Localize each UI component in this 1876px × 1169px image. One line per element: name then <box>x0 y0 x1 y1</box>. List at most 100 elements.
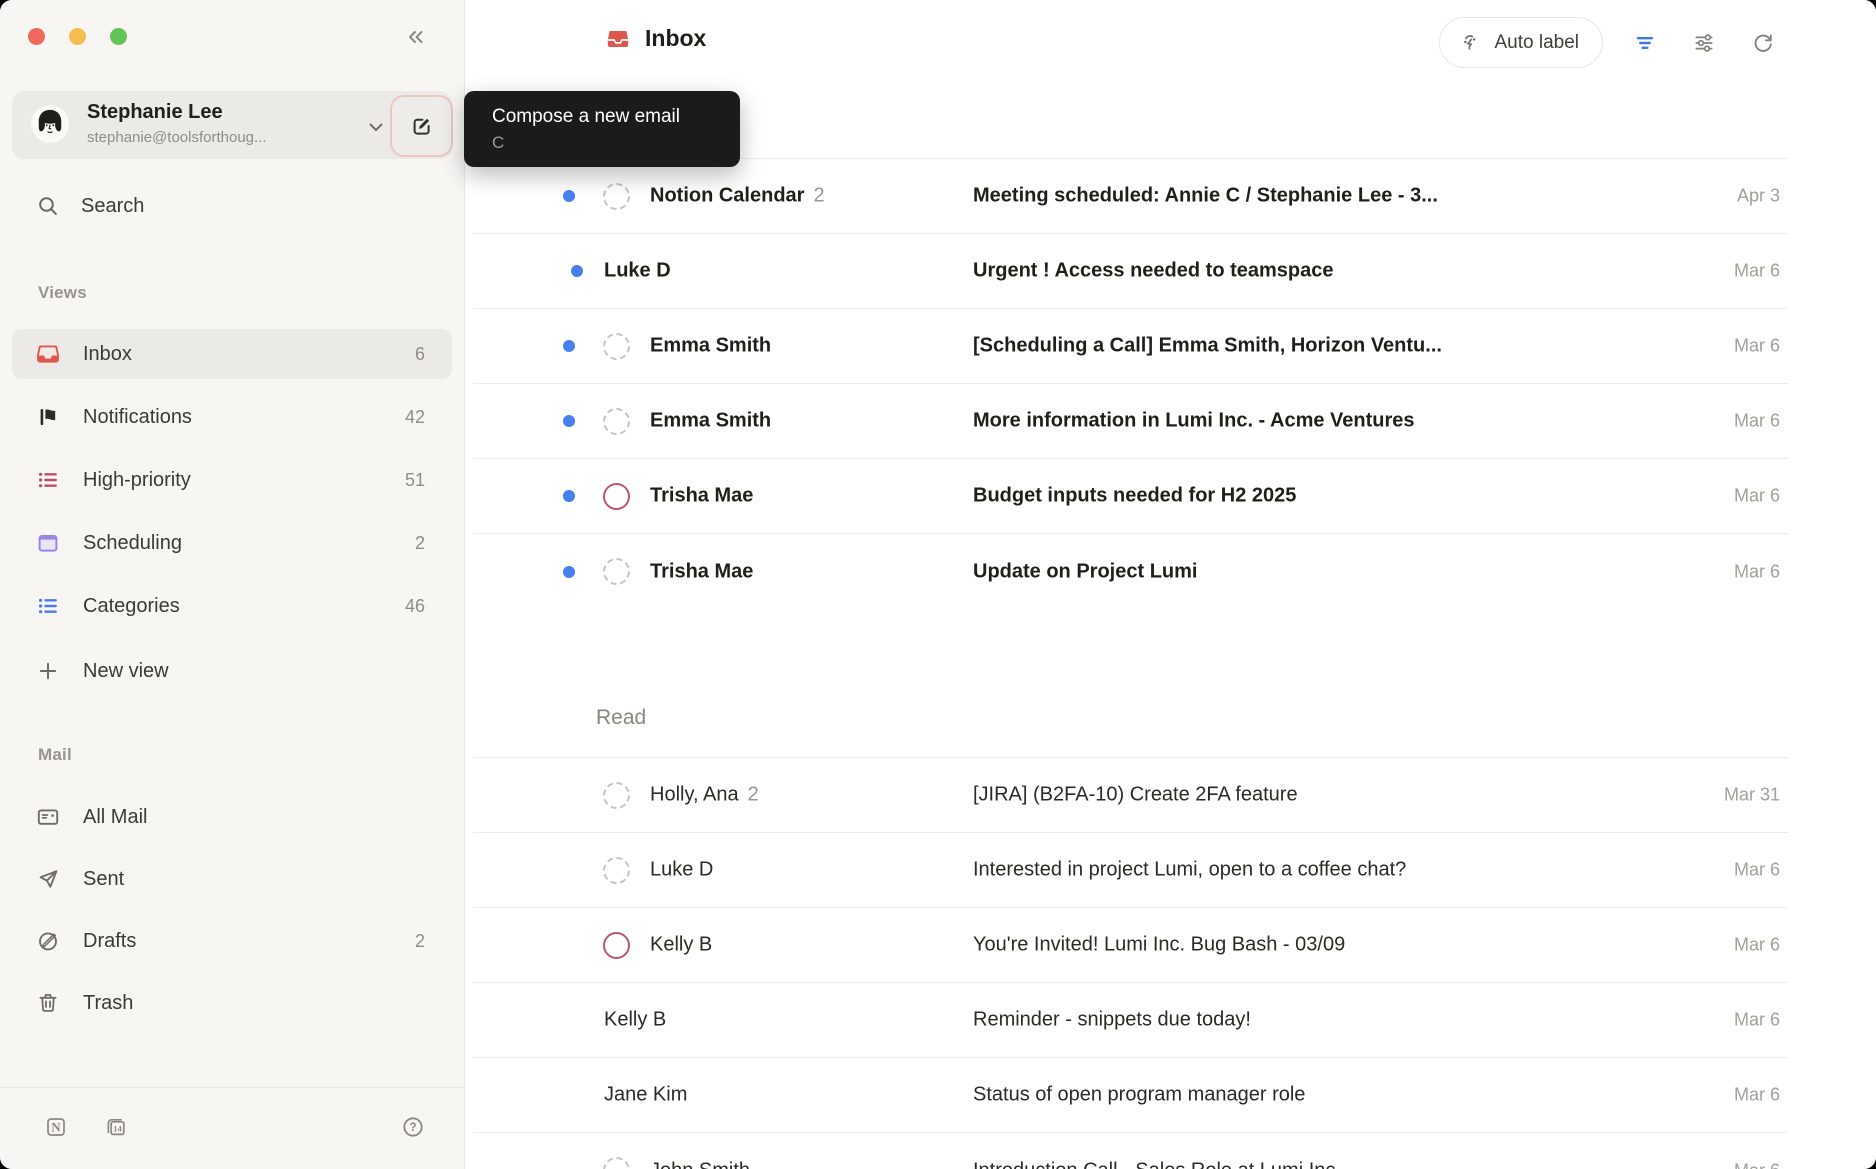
avatar-placeholder-icon <box>603 183 630 210</box>
item-label: Sent <box>83 868 124 891</box>
label-ring-icon <box>603 483 630 510</box>
sender-wrap: Emma Smith <box>650 335 771 358</box>
compose-button[interactable] <box>390 95 453 157</box>
sender-name: Holly, Ana <box>650 784 739 807</box>
svg-text:N: N <box>51 1120 61 1135</box>
unread-dot-icon <box>563 566 575 578</box>
profile-name: Stephanie Lee <box>87 101 223 124</box>
avatar-placeholder-icon <box>603 1157 630 1169</box>
email-row[interactable]: Emma SmithMore information in Lumi Inc. … <box>473 384 1788 459</box>
sent-icon <box>36 867 60 891</box>
read-section-header: Read <box>596 706 1788 730</box>
new-view-wrap: New view <box>12 646 452 696</box>
label-ring-icon <box>603 932 630 959</box>
account-switcher[interactable]: Stephanie Lee stephanie@toolsforthoug... <box>12 91 452 159</box>
drafts-icon <box>36 929 60 953</box>
item-label: Categories <box>83 595 180 618</box>
email-subject: Update on Project Lumi <box>973 560 1668 583</box>
email-subject: Meeting scheduled: Annie C / Stephanie L… <box>973 185 1668 208</box>
email-subject: You're Invited! Lumi Inc. Bug Bash - 03/… <box>973 934 1668 957</box>
sender-name: Luke D <box>650 859 713 882</box>
zoom-window-button[interactable] <box>110 28 127 45</box>
email-date: Mar 31 <box>1724 785 1780 806</box>
email-row[interactable]: Trisha MaeUpdate on Project LumiMar 6 <box>473 534 1788 609</box>
item-label: High-priority <box>83 469 191 492</box>
sidebar-item-all-mail[interactable]: All Mail <box>12 792 452 842</box>
sender-wrap: Jane Kim <box>604 1084 687 1107</box>
sidebar-item-notifications[interactable]: Notifications42 <box>12 392 452 442</box>
email-row[interactable]: Luke D Interested in project Lumi, open t… <box>473 833 1788 908</box>
sender-wrap: Kelly B <box>650 934 712 957</box>
email-row[interactable]: Emma Smith [Scheduling a Call] Emma Smith… <box>473 309 1788 384</box>
email-date: Apr 3 <box>1737 186 1780 207</box>
email-date: Mar 6 <box>1734 1085 1780 1106</box>
sender-wrap: Luke D <box>650 859 713 882</box>
avatar-placeholder-icon <box>603 782 630 809</box>
email-subject: Interested in project Lumi, open to a co… <box>973 859 1668 882</box>
email-date: Mar 6 <box>1734 860 1780 881</box>
views-section-header: Views <box>38 283 87 303</box>
email-row[interactable]: Trisha MaeBudget inputs needed for H2 20… <box>473 459 1788 534</box>
list-icon <box>36 594 60 618</box>
sidebar-item-categories[interactable]: Categories46 <box>12 581 452 631</box>
search-label: Search <box>81 195 144 218</box>
new-view-button[interactable]: New view <box>12 646 452 696</box>
sender-wrap: Notion Calendar2 <box>650 185 825 208</box>
email-row[interactable]: Jane Kim Status of open program manager r… <box>473 1058 1788 1133</box>
email-subject: [JIRA] (B2FA-10) Create 2FA feature <box>973 784 1668 807</box>
email-subject: [Scheduling a Call] Emma Smith, Horizon … <box>973 335 1668 358</box>
email-subject: More information in Lumi Inc. - Acme Ven… <box>973 410 1668 433</box>
avatar-placeholder-icon <box>603 333 630 360</box>
views-list: Inbox6 Notifications42 High-priority51 Sche… <box>12 329 452 644</box>
new-view-label: New view <box>83 660 169 683</box>
search-button[interactable]: Search <box>12 184 452 228</box>
email-date: Mar 6 <box>1734 935 1780 956</box>
sidebar-item-scheduling[interactable]: Scheduling2 <box>12 518 452 568</box>
unread-dot-icon <box>563 340 575 352</box>
sidebar-item-sent[interactable]: Sent <box>12 854 452 904</box>
email-subject: Introduction Call - Sales Role at Lumi I… <box>973 1159 1668 1169</box>
mail-app-window: Stephanie Lee stephanie@toolsforthoug...… <box>0 0 1876 1169</box>
chevrons-left-icon <box>403 25 427 49</box>
email-subject: Status of open program manager role <box>973 1084 1668 1107</box>
close-window-button[interactable] <box>28 28 45 45</box>
sender-name: Trisha Mae <box>650 560 753 583</box>
email-subject: Reminder - snippets due today! <box>973 1009 1668 1032</box>
avatar-placeholder-icon <box>603 558 630 585</box>
svg-text:14: 14 <box>113 1123 122 1133</box>
help-button[interactable]: ? <box>397 1111 429 1143</box>
email-row[interactable]: Luke D Urgent ! Access needed to teamspac… <box>473 234 1788 309</box>
email-row[interactable]: Notion Calendar2 Meeting scheduled: Annie… <box>473 159 1788 234</box>
thread-count: 2 <box>748 784 759 807</box>
item-label: Notifications <box>83 406 192 429</box>
sender-name: Luke D <box>604 260 671 283</box>
sidebar-item-trash[interactable]: Trash <box>12 978 452 1028</box>
chevron-down-icon <box>364 115 388 139</box>
email-row[interactable]: Kelly BReminder - snippets due today!Mar… <box>473 983 1788 1058</box>
notion-calendar-icon[interactable]: 14 <box>98 1109 134 1145</box>
all-mail-icon <box>36 805 60 829</box>
sender-wrap: Holly, Ana 2 <box>650 784 759 807</box>
sidebar-item-drafts[interactable]: Drafts2 <box>12 916 452 966</box>
item-label: Trash <box>83 992 133 1015</box>
minimize-window-button[interactable] <box>69 28 86 45</box>
email-row[interactable]: Holly, Ana 2 [JIRA] (B2FA-10) Create 2FA f… <box>473 758 1788 833</box>
sender-name: Jane Kim <box>604 1084 687 1107</box>
collapse-sidebar-button[interactable] <box>397 20 433 54</box>
item-label: Scheduling <box>83 532 182 555</box>
avatar-placeholder-icon <box>603 408 630 435</box>
email-date: Mar 6 <box>1734 336 1780 357</box>
sidebar-item-high-priority[interactable]: High-priority51 <box>12 455 452 505</box>
email-row[interactable]: John SmithIntroduction Call - Sales Role… <box>473 1133 1788 1169</box>
mail-section-header: Mail <box>38 745 72 765</box>
unread-section: Notion Calendar2 Meeting scheduled: Annie… <box>473 158 1788 609</box>
email-row[interactable]: Kelly B You're Invited! Lumi Inc. Bug Bas… <box>473 908 1788 983</box>
sidebar-item-inbox[interactable]: Inbox6 <box>12 329 452 379</box>
notion-logo-icon[interactable]: N <box>38 1109 74 1145</box>
sender-wrap: Luke D <box>604 260 671 283</box>
email-subject: Urgent ! Access needed to teamspace <box>973 260 1668 283</box>
tooltip-title: Compose a new email <box>492 106 712 128</box>
sender-wrap: Trisha Mae <box>650 560 753 583</box>
avatar <box>31 105 69 143</box>
svg-text:?: ? <box>409 1122 416 1134</box>
